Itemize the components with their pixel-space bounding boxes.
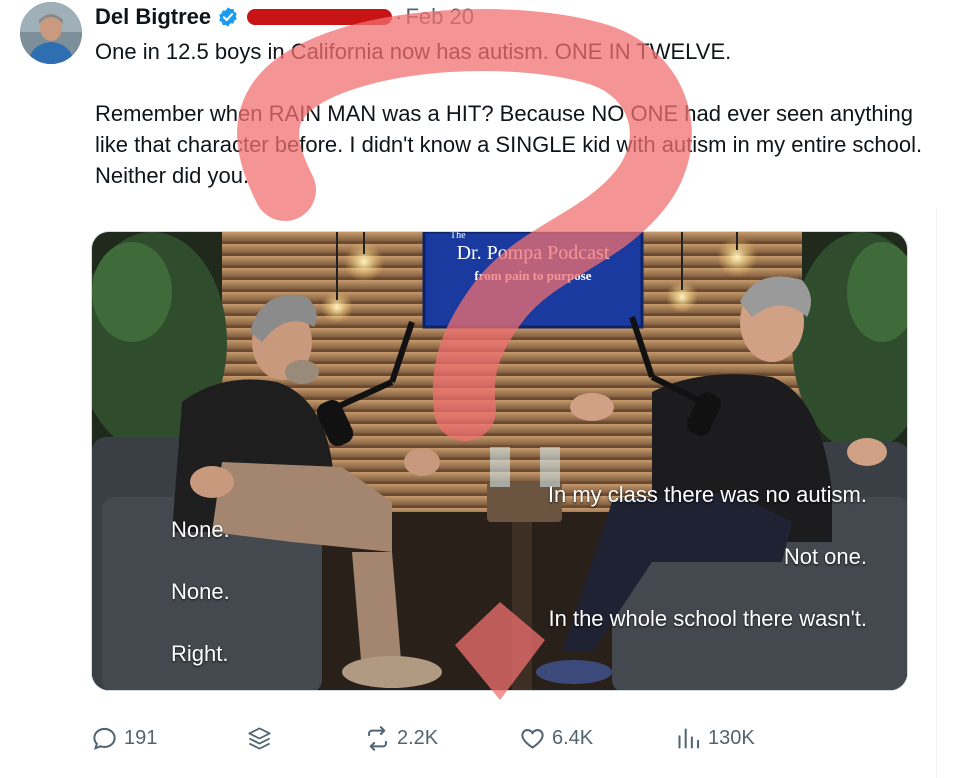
screen-title: Dr. Pompa Podcast [456, 242, 610, 264]
redacted-handle [247, 9, 393, 25]
video-thumbnail[interactable]: The Dr. Pompa Podcast from pain to purpo… [91, 231, 908, 691]
heart-icon [521, 728, 544, 749]
views-count: 130K [708, 726, 755, 749]
caption-right-3: In the whole school there wasn't. [548, 606, 868, 631]
screen-small-text: The [450, 231, 466, 241]
reply-icon [93, 727, 116, 750]
like-count: 6.4K [552, 726, 594, 749]
repost-icon [368, 725, 387, 751]
column-divider [936, 208, 937, 778]
header-separator: · [395, 4, 403, 29]
tweet-actions: 191 2.2K 6.4K 130K [91, 720, 908, 756]
tweet-header: Del Bigtree · Feb 20 [95, 2, 474, 32]
reply-button[interactable]: 191 [91, 720, 157, 756]
tweet-date[interactable]: Feb 20 [405, 4, 474, 30]
reply-count: 191 [124, 726, 158, 749]
caption-left-3: Right. [171, 641, 229, 666]
caption-left-2: None. [171, 579, 230, 604]
verified-badge-icon [219, 7, 237, 27]
repost-count: 2.2K [397, 726, 439, 749]
author-name[interactable]: Del Bigtree [95, 4, 211, 30]
avatar-photo [20, 2, 82, 64]
author-avatar[interactable] [20, 2, 82, 64]
tweet-paragraph: Remember when RAIN MAN was a HIT? Becaus… [95, 101, 923, 188]
tweet-text: One in 12.5 boys in California now has a… [95, 36, 925, 191]
bar-chart-icon [678, 727, 700, 749]
caption-right-1: In my class there was no autism. [547, 482, 867, 507]
grok-button[interactable] [246, 720, 279, 756]
tweet-paragraph: One in 12.5 boys in California now has a… [95, 39, 732, 64]
layers-icon [248, 726, 271, 750]
caption-left-1: None. [171, 517, 230, 542]
repost-button[interactable]: 2.2K [364, 720, 438, 756]
caption-right-2: Not one. [783, 544, 867, 569]
like-button[interactable]: 6.4K [519, 720, 593, 756]
views-button[interactable]: 130K [675, 720, 755, 756]
screen-subtitle: from pain to purpose [474, 268, 592, 283]
